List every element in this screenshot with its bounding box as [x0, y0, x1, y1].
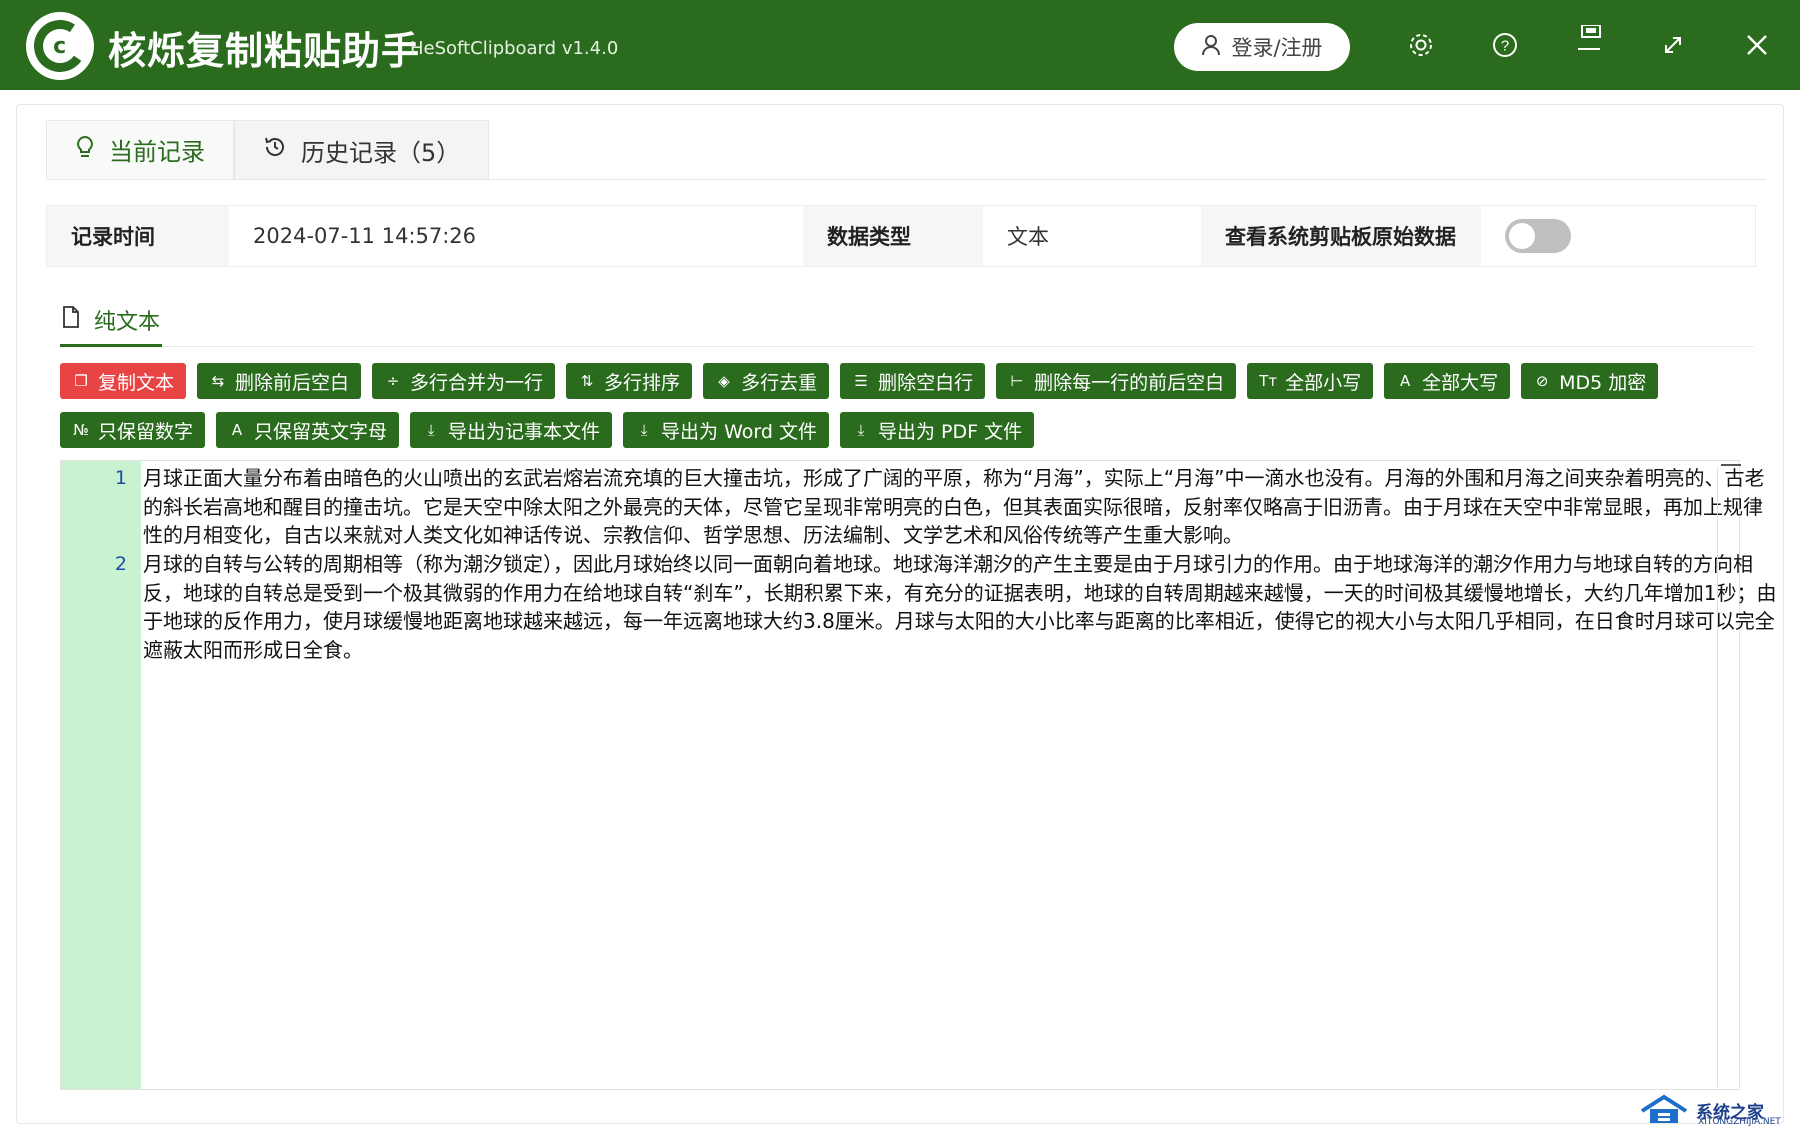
- gear-icon[interactable]: [1398, 22, 1444, 68]
- scrollbar-marker: [1721, 464, 1741, 466]
- line-number: 2: [114, 553, 127, 575]
- svg-text:?: ?: [1501, 38, 1509, 55]
- letter-a-icon: A: [1399, 372, 1411, 390]
- sort-icon: ⇅: [580, 372, 594, 390]
- bulb-icon: [75, 135, 95, 165]
- merge-icon: ÷: [386, 372, 400, 390]
- app-version: HeSoftClipboard v1.4.0: [410, 38, 619, 59]
- number-icon: №: [73, 421, 89, 439]
- app-title: 核烁复制粘贴助手: [108, 29, 421, 73]
- minimize-icon[interactable]: [1566, 22, 1612, 68]
- text-editor[interactable]: 1 2 月球正面大量分布着由暗色的火山喷出的玄武岩熔岩流充填的巨大撞击坑，形成了…: [60, 460, 1776, 1090]
- download-icon: ⤓: [640, 421, 648, 439]
- merge-lines-button[interactable]: ÷ 多行合并为一行: [372, 363, 556, 399]
- tabs-divider: [46, 179, 1766, 180]
- lowercase-button[interactable]: Tт 全部小写: [1247, 363, 1374, 399]
- house-logo-icon: [1640, 1094, 1688, 1123]
- tab-plain-text[interactable]: 纯文本: [60, 294, 162, 346]
- toolbar-row-2: № 只保留数字 A 只保留英文字母 ⤓ 导出为记事本文件 ⤓ 导出为 Word 文件 ⤓…: [60, 412, 1035, 448]
- copy-text-button[interactable]: ❐ 复制文本: [60, 363, 187, 399]
- subtab-label: 纯文本: [94, 310, 161, 335]
- record-tabs: 当前记录 历史记录（5）: [46, 120, 490, 180]
- watermark-url: XITONGZHIJIA.NET: [1698, 1117, 1781, 1127]
- subtab-divider: [60, 346, 1754, 347]
- user-icon: [1201, 34, 1221, 61]
- export-pdf-button[interactable]: ⤓ 导出为 PDF 文件: [839, 412, 1035, 448]
- editor-scrollbar[interactable]: [1717, 467, 1731, 1087]
- tab-history[interactable]: 历史记录（5）: [234, 120, 490, 180]
- copy-icon: ❐: [74, 372, 88, 390]
- login-button[interactable]: 登录/注册: [1174, 23, 1350, 71]
- keep-digits-button[interactable]: № 只保留数字: [60, 412, 206, 448]
- tab-current-record[interactable]: 当前记录: [46, 120, 234, 180]
- editor-line: 月球的自转与公转的周期相等（称为潮汐锁定），因此月球始终以同一面朝向着地球。地球…: [143, 552, 1777, 662]
- repeat-icon: ⇆: [211, 372, 225, 390]
- maximize-icon[interactable]: [1650, 22, 1696, 68]
- tab-label: 当前记录: [109, 138, 205, 166]
- record-info: 记录时间 2024-07-11 14:57:26 数据类型 文本 查看系统剪贴板…: [46, 205, 1756, 267]
- eye-off-icon: ⊘: [1535, 372, 1549, 390]
- raw-data-label: 查看系统剪贴板原始数据: [1201, 206, 1481, 266]
- login-label: 登录/注册: [1231, 36, 1323, 60]
- time-label: 记录时间: [47, 206, 229, 266]
- download-icon: ⤓: [427, 421, 435, 439]
- document-icon: [62, 306, 80, 334]
- keep-letters-button[interactable]: A 只保留英文字母: [216, 412, 400, 448]
- remove-blank-lines-button[interactable]: ☰ 删除空白行: [840, 363, 986, 399]
- line-number-gutter: 1 2: [61, 461, 141, 1089]
- sort-lines-button[interactable]: ⇅ 多行排序: [566, 363, 693, 399]
- target-icon: ◈: [718, 372, 730, 390]
- time-value: 2024-07-11 14:57:26: [229, 206, 803, 266]
- raw-data-cell: [1481, 206, 1755, 266]
- watermark: 系统之家 XITONGZHIJIA.NET: [1638, 1090, 1788, 1130]
- lines-icon: ☰: [854, 372, 868, 390]
- app-logo: c: [26, 12, 94, 80]
- close-icon[interactable]: [1734, 22, 1780, 68]
- raw-data-toggle[interactable]: [1505, 219, 1571, 253]
- subtab-active-indicator: [60, 344, 162, 347]
- export-word-button[interactable]: ⤓ 导出为 Word 文件: [623, 412, 829, 448]
- text-case-icon: Tт: [1259, 372, 1278, 390]
- width-icon: ⊢: [1010, 372, 1024, 390]
- toolbar-row-1: ❐ 复制文本 ⇆ 删除前后空白 ÷ 多行合并为一行 ⇅ 多行排序 ◈ 多行去重 ☰ 删除空白…: [60, 363, 1659, 399]
- md5-button[interactable]: ⊘ MD5 加密: [1521, 363, 1659, 399]
- type-value: 文本: [983, 206, 1201, 266]
- dedupe-lines-button[interactable]: ◈ 多行去重: [703, 363, 830, 399]
- title-bar: c 核烁复制粘贴助手 HeSoftClipboard v1.4.0 登录/注册 …: [0, 0, 1800, 90]
- type-label: 数据类型: [803, 206, 983, 266]
- uppercase-button[interactable]: A 全部大写: [1384, 363, 1511, 399]
- trim-each-line-button[interactable]: ⊢ 删除每一行的前后空白: [996, 363, 1237, 399]
- help-icon[interactable]: ?: [1482, 22, 1528, 68]
- tab-label: 历史记录（5）: [301, 138, 461, 167]
- download-icon: ⤓: [857, 421, 865, 439]
- letter-a-icon: A: [231, 421, 243, 439]
- line-number: 1: [114, 467, 127, 489]
- history-icon: [263, 135, 287, 165]
- export-txt-button[interactable]: ⤓ 导出为记事本文件: [410, 412, 613, 448]
- editor-line: 月球正面大量分布着由暗色的火山喷出的玄武岩熔岩流充填的巨大撞击坑，形成了广阔的平…: [143, 466, 1765, 548]
- trim-button[interactable]: ⇆ 删除前后空白: [197, 363, 362, 399]
